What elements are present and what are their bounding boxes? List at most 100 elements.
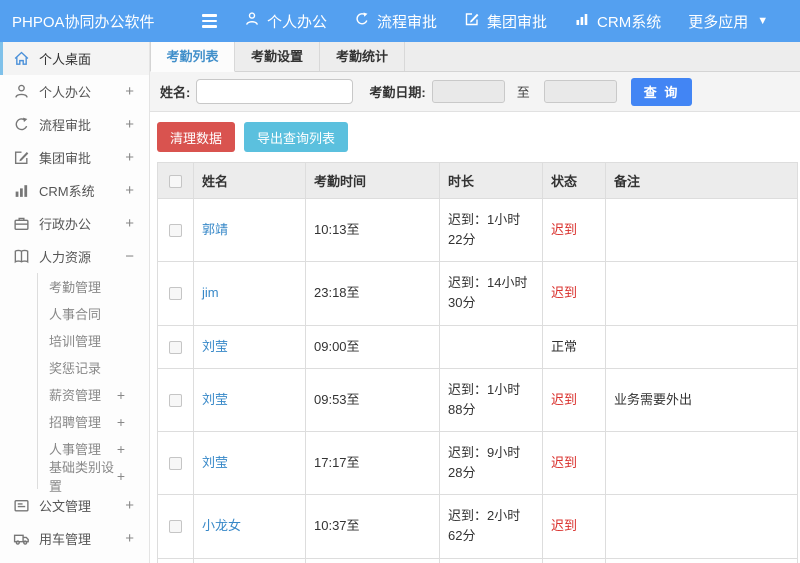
row-checkbox[interactable] xyxy=(169,287,182,301)
clean-data-button[interactable]: 清理数据 xyxy=(157,122,236,152)
employee-name-link[interactable]: 刘莹 xyxy=(202,339,228,354)
expand-plus[interactable]: + xyxy=(125,182,134,199)
expand-minus[interactable]: − xyxy=(125,248,134,265)
status-cell: 正常 xyxy=(542,324,606,369)
sidebar-item-label: 人力资源 xyxy=(39,250,92,265)
menu-icon[interactable] xyxy=(202,14,217,28)
sidebar-subitem-base-category-settings[interactable]: 基础类别设置 + xyxy=(38,460,149,494)
tab-attendance-stats[interactable]: 考勤统计 xyxy=(320,42,405,71)
hr-subtree: 考勤管理 人事合同 培训管理 奖惩记录 薪资管理 + 招聘管理 + 人事管理 +… xyxy=(37,273,149,494)
sidebar-subitem-label: 基础类别设置 xyxy=(49,459,115,494)
truck-icon xyxy=(13,534,29,545)
row-checkbox[interactable] xyxy=(169,457,182,471)
expand-plus[interactable]: + xyxy=(125,215,134,232)
expand-plus[interactable]: + xyxy=(125,116,134,133)
date-to-input[interactable] xyxy=(543,80,617,103)
nav-label: 更多应用 xyxy=(688,13,749,31)
table-row: 小龙女 10:37至 迟到：2小时62分 迟到 xyxy=(157,494,798,559)
sidebar-item-crm-system[interactable]: CRM系统 + xyxy=(0,174,149,207)
sidebar-item-personal-desktop[interactable]: 个人桌面 xyxy=(0,42,149,75)
row-checkbox[interactable] xyxy=(169,224,182,238)
col-header-duration: 时长 xyxy=(439,162,543,199)
bar-chart-icon xyxy=(574,11,590,31)
employee-name-link[interactable]: 刘莹 xyxy=(202,392,228,407)
select-all-checkbox[interactable] xyxy=(169,175,182,189)
sidebar-item-group-approval[interactable]: 集团审批 + xyxy=(0,141,149,174)
employee-name-link[interactable]: 小龙女 xyxy=(202,518,241,533)
nav-item-process-approval[interactable]: 流程审批 xyxy=(354,11,437,32)
table-row: 刘莹 09:53至 迟到：1小时88分 迟到 业务需要外出 xyxy=(157,367,798,432)
tab-attendance-settings[interactable]: 考勤设置 xyxy=(235,42,320,71)
search-button[interactable]: 查 询 xyxy=(630,77,693,106)
sidebar-subitem-training-mgmt[interactable]: 培训管理 xyxy=(38,327,149,354)
employee-name-link[interactable]: 郭靖 xyxy=(202,222,228,237)
sidebar-item-vehicle-mgmt[interactable]: 用车管理 + xyxy=(0,522,149,555)
attendance-time: 09:53至 xyxy=(305,367,440,432)
sidebar-item-label: 行政办公 xyxy=(39,217,92,232)
sidebar-item-label: 集团审批 xyxy=(39,151,92,166)
top-nav: 个人办公 流程审批 集团审批 CRM系统 更多应用 ▼ xyxy=(217,11,768,32)
employee-name-link[interactable]: 刘莹 xyxy=(202,455,228,470)
nav-item-more-apps[interactable]: 更多应用 ▼ xyxy=(688,11,768,32)
sidebar-subitem-hr-contract[interactable]: 人事合同 xyxy=(38,300,149,327)
nav-item-crm-system[interactable]: CRM系统 xyxy=(574,11,661,32)
sidebar-item-admin-office[interactable]: 行政办公 + xyxy=(0,207,149,240)
status-cell: 迟到 xyxy=(542,494,606,559)
nav-item-personal-office[interactable]: 个人办公 xyxy=(244,11,327,32)
sidebar-subitem-label: 考勤管理 xyxy=(49,280,102,295)
attendance-time: 17:17至 xyxy=(305,430,440,496)
duration-cell: 迟到：1小时88分 xyxy=(439,367,543,432)
sidebar-item-personal-office[interactable]: 个人办公 + xyxy=(0,75,149,108)
attendance-time: 10:54至10:54 xyxy=(305,557,440,563)
tab-attendance-list[interactable]: 考勤列表 xyxy=(150,42,235,72)
caret-down-icon: ▼ xyxy=(757,15,769,27)
col-header-remark: 备注 xyxy=(605,162,798,199)
sidebar-subitem-reward-records[interactable]: 奖惩记录 xyxy=(38,354,149,381)
nav-item-group-approval[interactable]: 集团审批 xyxy=(464,11,547,32)
row-checkbox[interactable] xyxy=(169,393,182,407)
sidebar-subitem-attendance-mgmt[interactable]: 考勤管理 xyxy=(38,273,149,300)
expand-plus[interactable]: + xyxy=(117,387,125,403)
nav-label: 流程审批 xyxy=(377,13,438,31)
expand-plus[interactable]: + xyxy=(125,497,134,514)
app-title: PHPOA协同办公软件 xyxy=(12,13,155,31)
sidebar-subitem-label: 薪资管理 xyxy=(49,388,102,403)
row-checkbox[interactable] xyxy=(169,520,182,534)
undo-arrow-icon xyxy=(354,11,370,31)
sidebar-subitem-label: 招聘管理 xyxy=(49,415,102,430)
name-filter-input[interactable] xyxy=(196,79,354,104)
sidebar-item-process-approval[interactable]: 流程审批 + xyxy=(0,108,149,141)
duration-cell xyxy=(439,324,543,369)
undo-arrow-icon xyxy=(15,117,28,131)
row-checkbox[interactable] xyxy=(169,340,182,354)
attendance-time: 10:37至 xyxy=(305,494,440,559)
sidebar-item-human-resources[interactable]: 人力资源 − xyxy=(0,240,149,273)
briefcase-icon xyxy=(14,217,29,231)
expand-plus[interactable]: + xyxy=(125,149,134,166)
employee-name-link[interactable]: jim xyxy=(202,285,219,300)
expand-plus[interactable]: + xyxy=(117,441,125,457)
expand-plus[interactable]: + xyxy=(117,414,125,430)
person-icon xyxy=(244,11,260,31)
sidebar-item-label: 流程审批 xyxy=(39,118,92,133)
sidebar-item-label: 个人办公 xyxy=(39,85,92,100)
table-row: 郭靖 10:13至 迟到：1小时22分 迟到 xyxy=(157,197,798,263)
nav-label: 集团审批 xyxy=(487,13,548,31)
status-cell: 迟到 xyxy=(542,430,606,496)
date-from-input[interactable] xyxy=(431,80,505,103)
edit-icon xyxy=(464,11,480,31)
sidebar-subitem-salary-mgmt[interactable]: 薪资管理 + xyxy=(38,381,149,408)
sidebar-subitem-recruit-mgmt[interactable]: 招聘管理 + xyxy=(38,408,149,435)
export-list-button[interactable]: 导出查询列表 xyxy=(244,122,349,152)
remark-cell xyxy=(605,261,798,326)
expand-plus[interactable]: + xyxy=(117,468,125,484)
sidebar-subitem-label: 奖惩记录 xyxy=(49,361,102,376)
remark-cell: 1111 xyxy=(605,557,798,563)
sidebar-subitem-label: 培训管理 xyxy=(49,334,102,349)
expand-plus[interactable]: + xyxy=(125,530,134,547)
remark-cell xyxy=(605,197,798,263)
person-icon xyxy=(15,84,28,98)
col-header-status: 状态 xyxy=(542,162,606,199)
expand-plus[interactable]: + xyxy=(125,83,134,100)
content-area: 清理数据 导出查询列表 姓名 考勤时间 时长 状态 备注 郭靖 10:13至 迟… xyxy=(150,112,800,563)
